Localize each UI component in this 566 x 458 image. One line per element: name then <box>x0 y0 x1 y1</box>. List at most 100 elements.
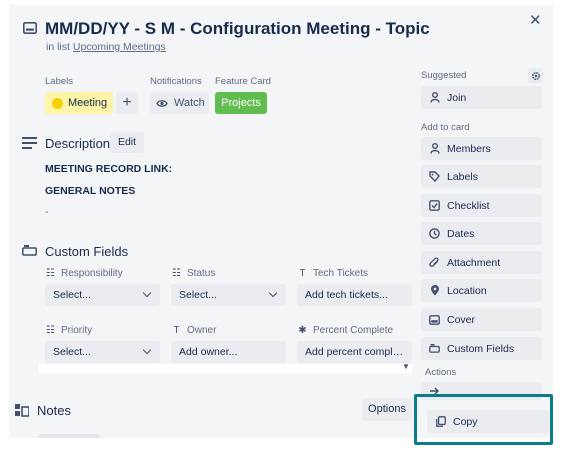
person-icon <box>429 92 440 103</box>
input-placeholder: Add owner... <box>179 346 238 358</box>
sidebar-dates-button[interactable]: Dates <box>421 222 542 245</box>
notes-content-stub <box>38 434 100 438</box>
sidebar-item-label: Checklist <box>447 199 490 212</box>
tag-icon <box>429 171 440 182</box>
sidebar-cover-button[interactable]: Cover <box>421 308 542 331</box>
label-color-dot <box>52 97 63 109</box>
text-icon: T <box>299 268 306 279</box>
sidebar-item-label: Members <box>447 142 491 155</box>
sidebar-custom-fields-button[interactable]: Custom Fields <box>421 337 542 360</box>
sidebar-members-button[interactable]: Members <box>421 137 542 160</box>
sidebar-item-label: Location <box>447 284 487 297</box>
sidebar-checklist-button[interactable]: Checklist <box>421 194 542 217</box>
custom-fields-section-icon <box>22 245 37 256</box>
chevron-down-icon <box>142 288 152 298</box>
feature-card-heading: Feature Card <box>215 76 271 87</box>
notifications-heading: Notifications <box>150 76 202 87</box>
list-icon: ☷ <box>172 268 181 279</box>
pin-icon <box>429 285 440 296</box>
field-label-text: Tech Tickets <box>313 268 369 279</box>
join-label: Join <box>447 91 467 104</box>
sidebar-item-label: Dates <box>447 227 475 240</box>
card-title[interactable]: MM/DD/YY - S M - Configuration Meeting -… <box>45 19 430 39</box>
priority-select[interactable]: Select... <box>45 341 160 363</box>
number-icon: ✱ <box>298 325 307 336</box>
add-label-button[interactable]: + <box>116 92 138 114</box>
field-label-text: Owner <box>187 325 217 336</box>
sidebar-item-label: Cover <box>447 313 476 326</box>
description-line-record-link: MEETING RECORD LINK: <box>45 163 173 175</box>
actions-heading: Actions <box>425 367 457 378</box>
copy-icon <box>435 416 446 427</box>
clock-icon <box>429 228 440 239</box>
select-value: Select... <box>53 346 91 358</box>
chevron-down-icon <box>268 288 278 298</box>
sidebar-labels-button[interactable]: Labels <box>421 165 542 188</box>
eye-icon <box>156 99 168 107</box>
notes-title: Notes <box>37 403 71 418</box>
field-label-text: Percent Complete <box>313 325 394 336</box>
select-value: Select... <box>179 289 217 301</box>
description-line-dash: - <box>45 206 49 218</box>
sidebar-location-button[interactable]: Location <box>421 279 542 302</box>
labels-heading: Labels <box>45 76 73 87</box>
chevron-down-icon <box>142 345 152 355</box>
card-detail-dialog: MM/DD/YY - S M - Configuration Meeting -… <box>9 5 553 438</box>
label-chip-meeting[interactable]: Meeting <box>45 92 113 114</box>
sidebar-item-label: Custom Fields <box>447 342 515 355</box>
card-icon <box>23 22 37 34</box>
projects-button[interactable]: Projects <box>215 92 267 114</box>
notes-options-button[interactable]: Options <box>362 398 412 421</box>
status-select[interactable]: Select... <box>171 284 286 306</box>
checkbox-icon <box>429 200 440 211</box>
gear-icon[interactable] <box>528 68 543 83</box>
responsibility-select[interactable]: Select... <box>45 284 160 306</box>
owner-input[interactable]: Add owner... <box>171 341 286 363</box>
custom-fields-icon <box>429 343 440 354</box>
field-label-tech-tickets: T Tech Tickets <box>297 268 368 279</box>
field-label-text: Status <box>187 268 216 279</box>
description-title: Description <box>45 136 111 151</box>
watch-button[interactable]: Watch <box>150 92 209 114</box>
sidebar-item-label: Labels <box>447 170 478 183</box>
person-icon <box>429 143 440 154</box>
text-icon: T <box>173 325 180 336</box>
list-icon: ☷ <box>46 268 55 279</box>
input-placeholder: Add tech tickets... <box>305 289 388 301</box>
custom-fields-title: Custom Fields <box>45 244 129 259</box>
field-label-status: ☷ Status <box>171 268 215 279</box>
description-line-general-notes: GENERAL NOTES <box>45 185 136 197</box>
edit-description-button[interactable]: Edit <box>110 132 144 153</box>
sidebar-copy-button[interactable]: Copy <box>427 410 549 433</box>
list-icon: ☷ <box>46 325 55 336</box>
sidebar-attachment-button[interactable]: Attachment <box>421 251 542 274</box>
field-label-priority: ☷ Priority <box>45 325 92 336</box>
notes-icon <box>15 404 29 417</box>
sidebar-item-label: Attachment <box>447 256 501 269</box>
add-to-card-heading: Add to card <box>421 122 470 133</box>
horizontal-scrollbar[interactable] <box>39 364 412 373</box>
list-link[interactable]: Upcoming Meetings <box>73 41 166 53</box>
description-icon <box>22 137 37 149</box>
in-list-prefix: in list <box>46 41 70 53</box>
field-label-responsibility: ☷ Responsibility <box>45 268 123 279</box>
join-button[interactable]: Join <box>421 86 542 109</box>
field-label-percent-complete: ✱ Percent Complete <box>297 325 393 336</box>
field-label-text: Priority <box>61 325 93 336</box>
field-label-text: Responsibility <box>61 268 123 279</box>
input-placeholder: Add percent complete... <box>305 346 407 358</box>
gear-glyph <box>531 71 540 80</box>
list-breadcrumb: in list Upcoming Meetings <box>46 41 166 53</box>
paperclip-icon <box>429 257 440 268</box>
cover-icon <box>429 314 440 325</box>
label-chip-text: Meeting <box>68 97 108 109</box>
watch-label: Watch <box>174 97 205 109</box>
close-icon[interactable]: ✕ <box>529 11 542 29</box>
copy-label: Copy <box>453 415 478 428</box>
select-value: Select... <box>53 289 91 301</box>
field-label-owner: T Owner <box>171 325 216 336</box>
tech-tickets-input[interactable]: Add tech tickets... <box>297 284 412 306</box>
percent-complete-input[interactable]: Add percent complete... <box>297 341 412 363</box>
suggested-heading: Suggested <box>421 70 467 81</box>
scroll-down-arrow-icon[interactable]: ▼ <box>402 362 410 371</box>
